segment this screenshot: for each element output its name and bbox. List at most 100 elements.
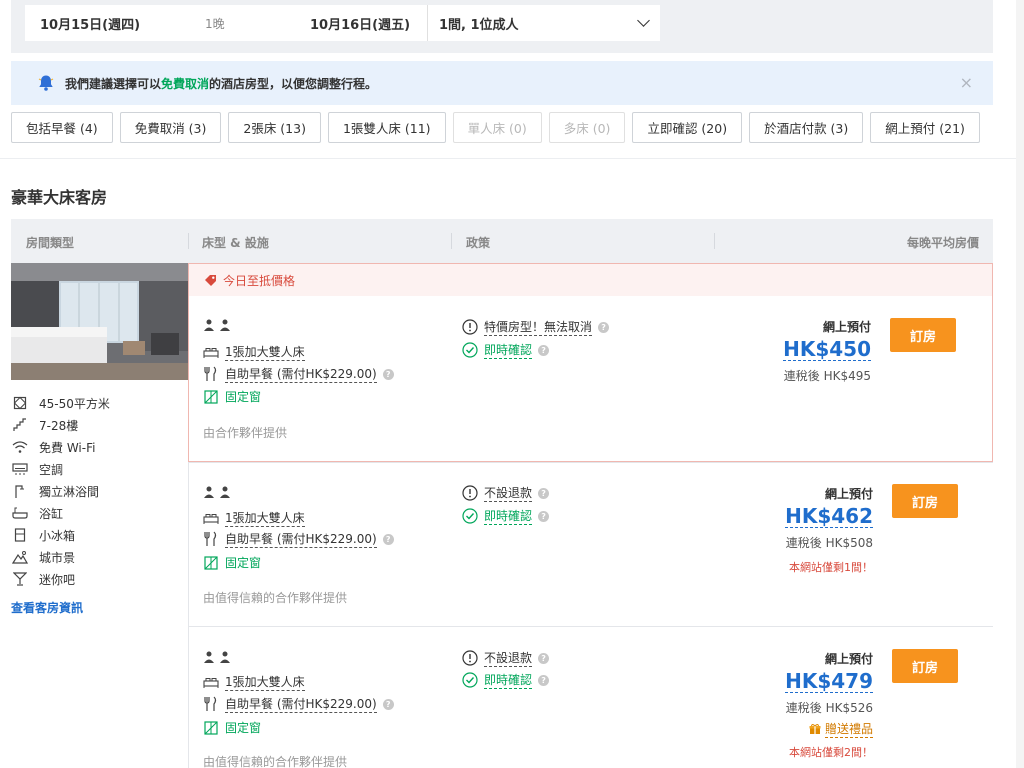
feature-label: 45-50平方米 [39, 396, 110, 411]
room-photo[interactable] [11, 263, 188, 380]
header-divider [451, 233, 452, 249]
feature-label: 免費 Wi-Fi [39, 440, 96, 455]
cancel-policy-label[interactable]: 特價房型！無法取消 [484, 318, 593, 336]
filter-double-bed[interactable]: 1張雙人床 (11) [327, 112, 446, 143]
fridge-icon [11, 527, 29, 543]
breakfast-info: 自助早餐 (需付HK$229.00) ? [203, 530, 394, 548]
nights-count: 1晚 [205, 16, 225, 31]
feature-label: 浴缸 [39, 506, 64, 521]
window-icon [203, 389, 219, 404]
room-title: 豪華大床客房 [11, 188, 108, 207]
rates-table-header: 房間類型 床型 & 設施 政策 每晚平均房價 [11, 219, 993, 263]
filter-pay-at-hotel[interactable]: 於酒店付款 (3) [749, 112, 864, 143]
confirm-policy: 即時確認 ? [462, 671, 550, 689]
checkout-date[interactable]: 10月16日(週五) [310, 14, 427, 33]
feature-item: 小冰箱 [11, 524, 186, 546]
feature-item: 迷你吧 [11, 568, 186, 590]
view-room-info-link[interactable]: 查看客房資訊 [11, 599, 83, 616]
notice-prefix: 我們建議選擇可以 [65, 76, 162, 91]
bed-icon [203, 512, 219, 524]
cancel-policy-label[interactable]: 不設退款 [484, 649, 533, 667]
guest-capacity-icon [203, 319, 235, 334]
help-icon[interactable]: ? [382, 698, 394, 710]
filter-prepay-online[interactable]: 網上預付 (21) [870, 112, 980, 143]
pay-type-label: 網上預付 [822, 320, 871, 334]
bed-type-label[interactable]: 1張加大雙人床 [225, 343, 305, 361]
header-divider [714, 233, 715, 249]
help-icon[interactable]: ? [538, 344, 550, 356]
close-icon[interactable]: × [960, 73, 973, 92]
help-icon[interactable]: ? [382, 533, 394, 545]
info-icon [462, 319, 478, 335]
cancel-policy: 特價房型！無法取消 ? [462, 318, 610, 336]
price-value[interactable]: HK$450 [783, 338, 871, 361]
book-button[interactable]: 訂房 [892, 649, 958, 683]
feature-label: 迷你吧 [39, 572, 76, 587]
confirm-label[interactable]: 即時確認 [484, 341, 533, 359]
price-block: 網上預付 HK$479 連稅後 HK$526 贈送禮品 本網站僅剩2間！ [713, 650, 873, 760]
price-block: 網上預付 HK$462 連稅後 HK$508 本網站僅剩1間！ [713, 485, 873, 575]
book-button[interactable]: 訂房 [892, 484, 958, 518]
col-price: 每晚平均房價 [906, 236, 979, 250]
help-icon[interactable]: ? [382, 368, 394, 380]
bed-icon [203, 676, 219, 688]
window-info: 固定窗 [203, 719, 261, 736]
col-policy: 政策 [466, 236, 491, 250]
breakfast-label[interactable]: 自助早餐 (需付HK$229.00) [225, 365, 377, 383]
cancel-policy: 不設退款 ? [462, 484, 550, 502]
gift-offer[interactable]: 贈送禮品 [809, 720, 873, 738]
room-features: 45-50平方米 7-28樓 免費 Wi-Fi 空調 獨立淋浴間 浴缸 小冰箱 … [11, 392, 186, 590]
price-tag-icon [205, 274, 216, 286]
stairs-icon [11, 417, 29, 433]
filter-breakfast[interactable]: 包括早餐 (4) [11, 112, 113, 143]
filter-instant-confirm[interactable]: 立即確認 (20) [632, 112, 743, 143]
cancel-policy-label[interactable]: 不設退款 [484, 484, 533, 502]
deal-banner: 今日至抵價格 [189, 264, 992, 296]
pay-type-label: 網上預付 [824, 487, 873, 501]
window-icon [203, 555, 219, 570]
right-edge-strip [1016, 0, 1024, 768]
book-button[interactable]: 訂房 [890, 318, 956, 352]
bed-type: 1張加大雙人床 [203, 673, 305, 691]
guest-selector[interactable]: 1間, 1位成人 [427, 5, 660, 41]
col-room-type: 房間類型 [26, 236, 75, 250]
check-circle-icon [462, 672, 478, 688]
scarcity-text: 本網站僅剩2間！ [789, 746, 873, 759]
price-value[interactable]: HK$462 [785, 505, 873, 528]
feature-item: 獨立淋浴間 [11, 480, 186, 502]
notice-highlight[interactable]: 免費取消 [161, 75, 209, 92]
minibar-icon [11, 571, 29, 587]
checkin-date[interactable]: 10月15日(週四) [25, 14, 205, 33]
breakfast-label[interactable]: 自助早餐 (需付HK$229.00) [225, 530, 377, 548]
help-icon[interactable]: ? [538, 674, 550, 686]
provider-text: 由值得信賴的合作夥伴提供 [203, 591, 348, 605]
bed-type-label[interactable]: 1張加大雙人床 [225, 673, 305, 691]
row-divider [188, 626, 993, 627]
confirm-label[interactable]: 即時確認 [484, 507, 533, 525]
check-circle-icon [462, 508, 478, 524]
bed-type: 1張加大雙人床 [203, 343, 305, 361]
feature-item: 45-50平方米 [11, 392, 186, 414]
help-icon[interactable]: ? [598, 321, 610, 333]
feature-item: 空調 [11, 458, 186, 480]
window-label: 固定窗 [225, 721, 262, 735]
feature-label: 7-28樓 [39, 418, 79, 433]
help-icon[interactable]: ? [538, 652, 550, 664]
feature-label: 小冰箱 [39, 528, 76, 543]
confirm-label[interactable]: 即時確認 [484, 671, 533, 689]
guest-capacity-icon [203, 651, 235, 666]
info-icon [462, 485, 478, 501]
feature-label: 城市景 [39, 550, 76, 565]
window-info: 固定窗 [203, 554, 261, 571]
help-icon[interactable]: ? [538, 510, 550, 522]
breakfast-label[interactable]: 自助早餐 (需付HK$229.00) [225, 695, 377, 713]
price-value[interactable]: HK$479 [785, 670, 873, 693]
notice-suffix: 的酒店房型，以便您調整行程。 [209, 76, 378, 91]
window-info: 固定窗 [203, 388, 261, 405]
feature-item: 浴缸 [11, 502, 186, 524]
help-icon[interactable]: ? [538, 487, 550, 499]
filter-two-beds[interactable]: 2張床 (13) [228, 112, 321, 143]
filter-free-cancel[interactable]: 免費取消 (3) [119, 112, 222, 143]
bed-type-label[interactable]: 1張加大雙人床 [225, 509, 305, 527]
bell-icon [37, 74, 55, 92]
